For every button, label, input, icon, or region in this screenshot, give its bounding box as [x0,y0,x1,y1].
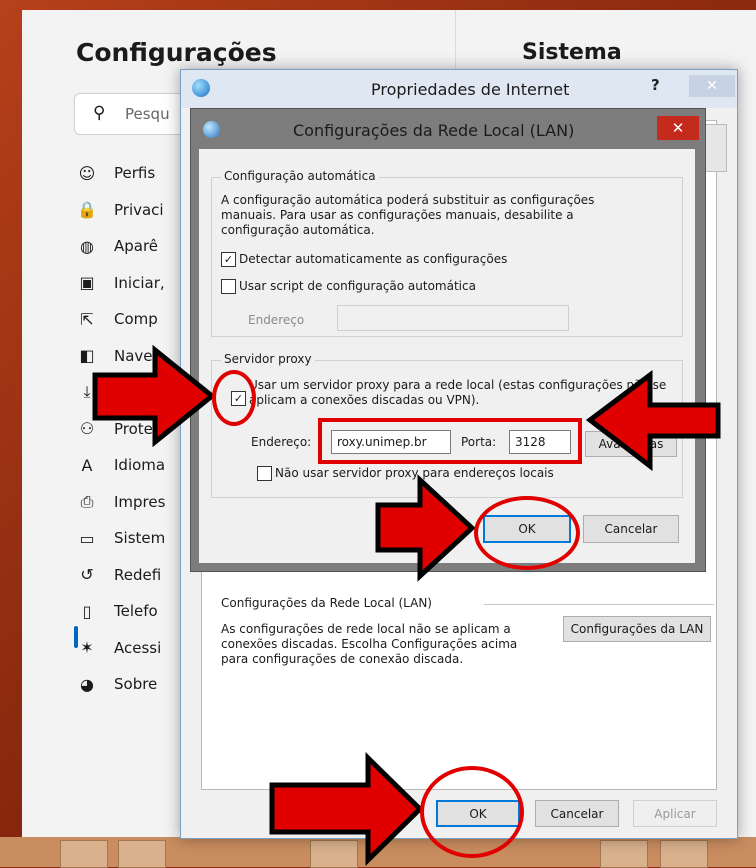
arrow-to-lan-ok [375,474,476,582]
highlight-lan-ok [474,496,580,570]
arrow-to-checkbox [92,344,216,448]
highlight-proxy-fields [318,418,582,464]
highlight-proxy-checkbox [212,370,256,426]
arrow-to-port [585,370,721,472]
highlight-props-ok [420,766,524,858]
arrow-to-props-ok [269,752,424,866]
